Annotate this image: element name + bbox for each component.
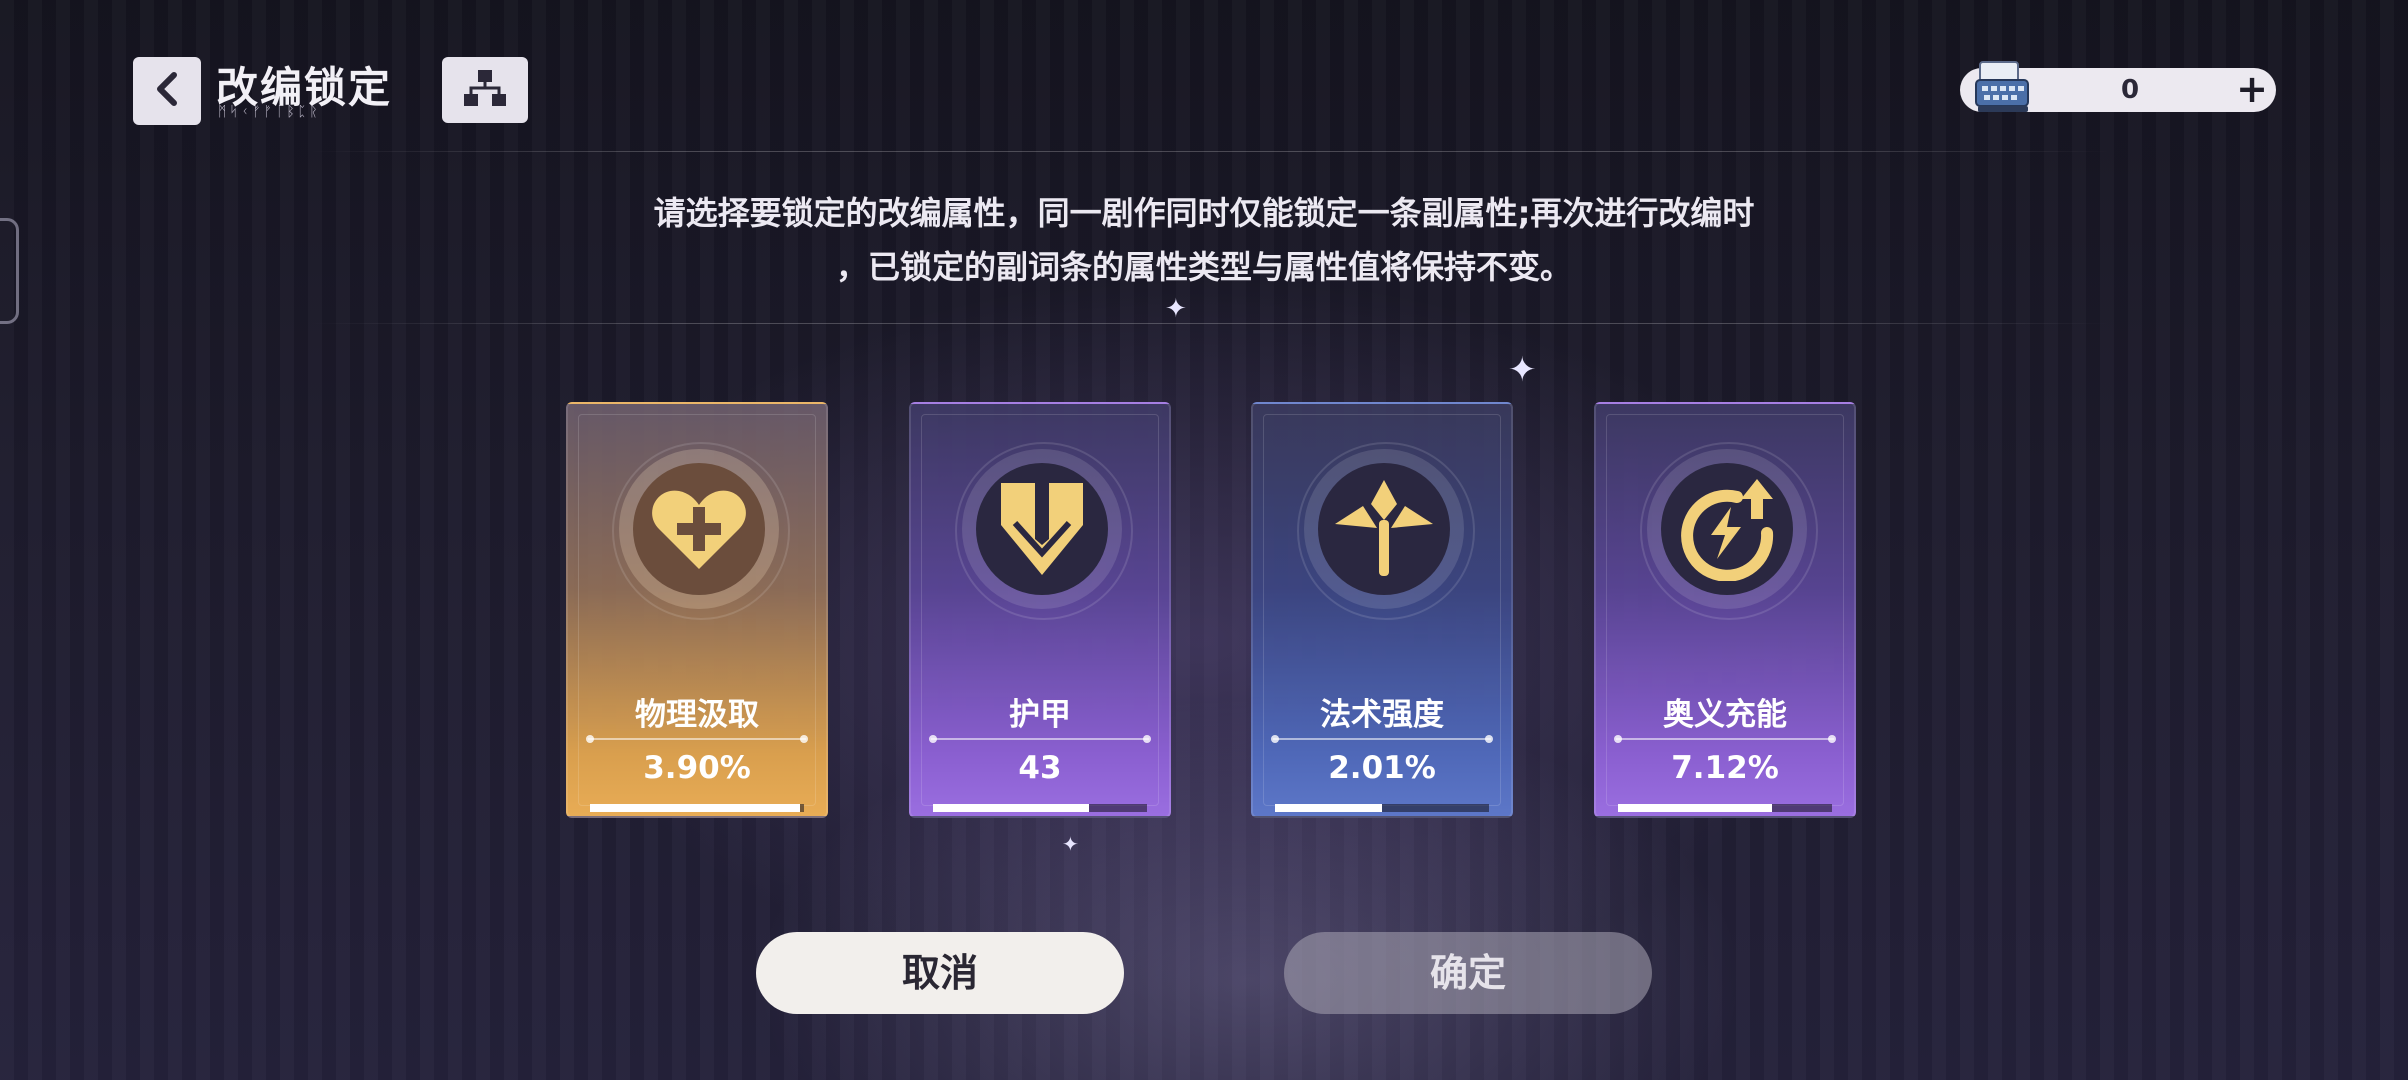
cancel-button[interactable]: 取消 <box>756 932 1124 1014</box>
card-name: 法术强度 <box>1320 697 1444 733</box>
add-currency-button[interactable]: + <box>2232 70 2272 110</box>
side-tab[interactable] <box>0 218 19 324</box>
heart-cross-icon <box>633 463 765 595</box>
hierarchy-icon <box>461 68 509 112</box>
card-divider <box>1614 735 1836 743</box>
instruction-line-1: 请选择要锁定的改编属性，同一剧作同时仅能锁定一条副属性;再次进行改编时 <box>653 194 1755 232</box>
tree-view-button[interactable] <box>442 57 528 123</box>
card-progress <box>590 804 804 812</box>
sparkle-icon: ✦ <box>1062 832 1079 856</box>
currency-value: 0 <box>2120 75 2140 105</box>
staff-icon <box>1318 463 1450 595</box>
divider-bottom <box>310 323 2110 324</box>
lightning-charge-icon <box>1661 463 1793 595</box>
divider-top <box>310 151 2110 152</box>
card-value: 7.12% <box>1671 750 1779 786</box>
attribute-card-spell-power[interactable]: 法术强度 2.01% <box>1251 402 1513 818</box>
lock-instructions: 请选择要锁定的改编属性，同一剧作同时仅能锁定一条副属性;再次进行改编时 ，已锁定… <box>600 186 1808 294</box>
card-divider <box>586 735 808 743</box>
card-value: 2.01% <box>1328 750 1436 786</box>
card-progress-fill <box>933 804 1090 812</box>
shield-icon <box>976 463 1108 595</box>
attribute-card-armor[interactable]: 护甲 43 <box>909 402 1171 818</box>
card-progress <box>933 804 1147 812</box>
card-name: 护甲 <box>1009 697 1071 733</box>
card-progress-fill <box>590 804 800 812</box>
attribute-card-ultimate-charge[interactable]: 奥义充能 7.12% <box>1594 402 1856 818</box>
card-progress <box>1275 804 1489 812</box>
card-divider <box>929 735 1151 743</box>
page-subtitle-runes: ᛗᛋᚲᚠᚠᛁᛒᛈᚱ <box>218 104 321 120</box>
back-button[interactable] <box>133 57 201 125</box>
typewriter-icon <box>1972 56 2036 118</box>
card-divider <box>1271 735 1493 743</box>
card-value: 3.90% <box>643 750 751 786</box>
instruction-line-2: ，已锁定的副词条的属性类型与属性值将保持不变。 <box>835 248 1572 286</box>
card-progress-fill <box>1275 804 1382 812</box>
confirm-button[interactable]: 确定 <box>1284 932 1652 1014</box>
card-name: 奥义充能 <box>1663 697 1787 733</box>
sparkle-icon: ✦ <box>1165 294 1187 324</box>
card-progress <box>1618 804 1832 812</box>
card-progress-fill <box>1618 804 1773 812</box>
chevron-left-icon <box>152 71 182 111</box>
sparkle-icon: ✦ <box>1508 350 1537 390</box>
card-name: 物理汲取 <box>635 697 759 733</box>
card-value: 43 <box>1018 750 1062 786</box>
attribute-card-physical-drain[interactable]: 物理汲取 3.90% <box>566 402 828 818</box>
